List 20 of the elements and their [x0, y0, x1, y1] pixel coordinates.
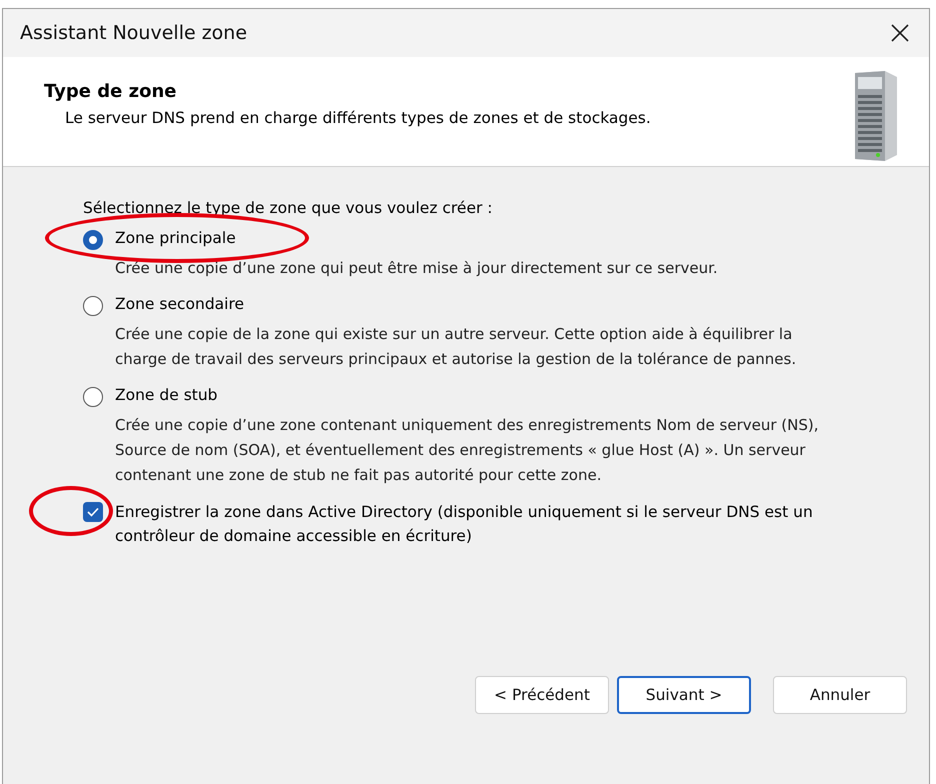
- window-title: Assistant Nouvelle zone: [20, 22, 248, 44]
- prompt-text: Sélectionnez le type de zone que vous voulez créer :: [83, 199, 494, 217]
- checkbox[interactable]: [83, 502, 103, 522]
- checkbox-label[interactable]: Enregistrer la zone dans Active Directory (disponible uniquement si le serveur DNS est un contrôleur de domaine accessible en écriture): [115, 500, 839, 548]
- option-description: Crée une copie de la zone qui existe sur un autre serveur. Cette option aide à équilibrer la charge de travail des serveurs principaux et autorise la gestion de la tolérance de pannes.: [115, 324, 798, 370]
- checkmark-icon: [87, 507, 99, 517]
- radio-button[interactable]: [83, 387, 103, 407]
- option-description: Crée une copie d’une zone contenant uniquement des enregistrements Nom de serveur (NS), Source de nom (SOA), et éventuellement des enregistrements « glue Host (A) ». Un serveur contenant une zone de stub ne fait pas autorité pour cette zone.: [115, 415, 820, 486]
- option-description: Crée une copie d’une zone qui peut être mise à jour directement sur ce serveur.: [115, 258, 719, 279]
- close-icon: [891, 24, 909, 42]
- radio-button[interactable]: [83, 230, 103, 250]
- option-label[interactable]: Zone principale: [115, 229, 839, 250]
- option-label[interactable]: Zone secondaire: [115, 295, 839, 316]
- radio-button[interactable]: [83, 296, 103, 316]
- wizard-button[interactable]: Annuler: [773, 676, 907, 714]
- page-heading: Type de zone: [44, 81, 178, 102]
- wizard-button[interactable]: < Précédent: [475, 676, 609, 714]
- page-description: Le serveur DNS prend en charge différents types de zones et de stockages.: [65, 109, 651, 127]
- option-label[interactable]: Zone de stub: [115, 386, 839, 407]
- wizard-button[interactable]: Suivant >: [617, 676, 751, 714]
